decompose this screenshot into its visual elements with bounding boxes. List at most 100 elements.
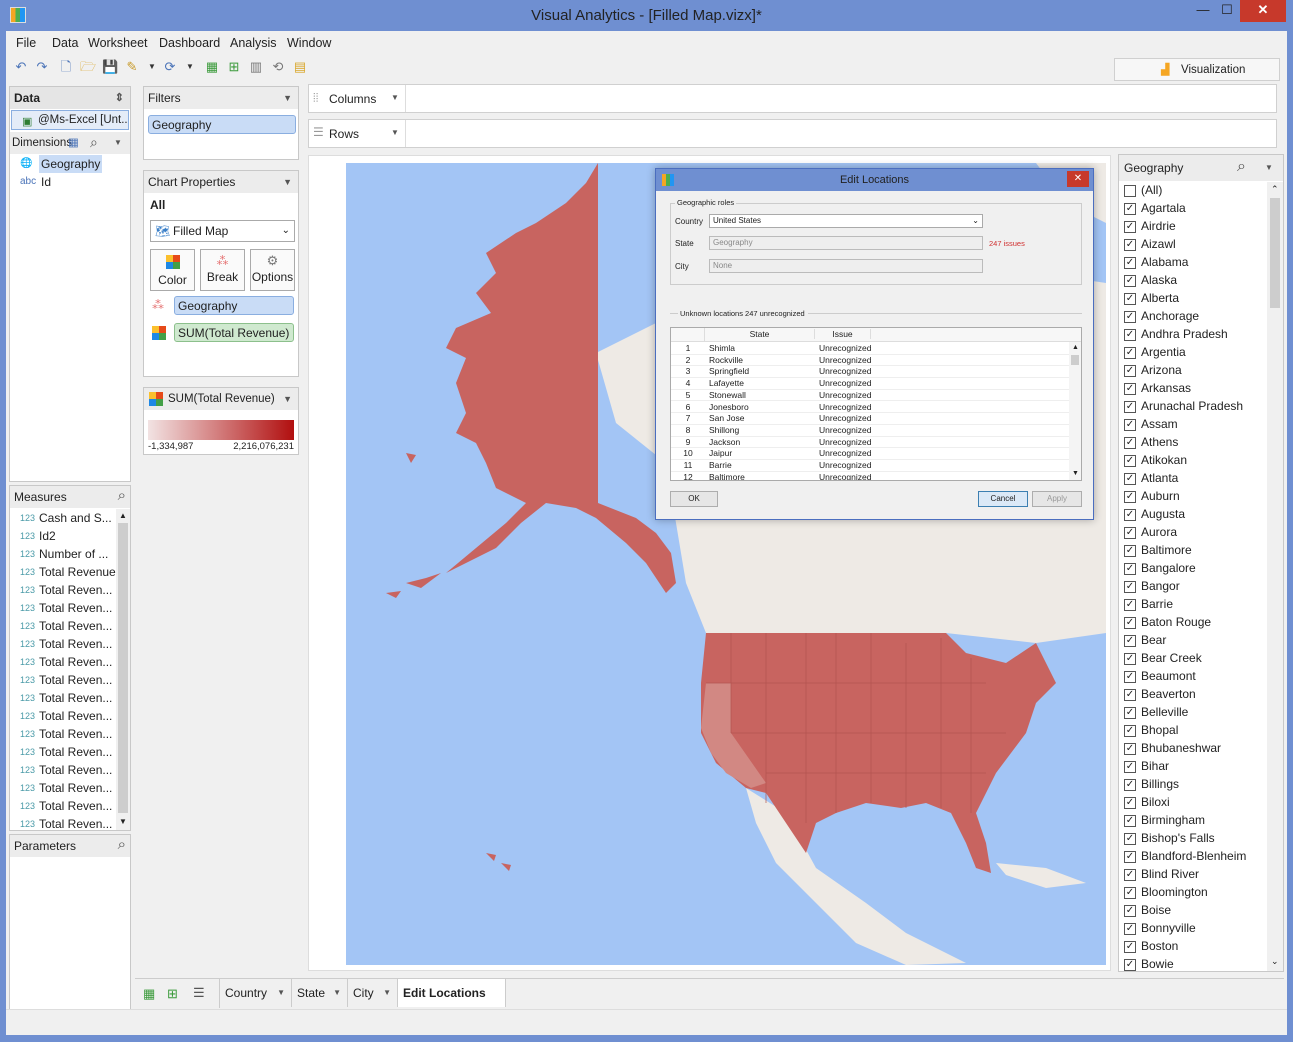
geography-checkbox-item[interactable]: ✓ Arunachal Pradesh <box>1119 398 1259 416</box>
menu-window[interactable]: Window <box>287 36 331 50</box>
add-sheet-icon[interactable]: ⊞ <box>226 59 242 75</box>
menu-file[interactable]: File <box>16 36 36 50</box>
table-row[interactable]: 4 Lafayette Unrecognized <box>671 378 1069 390</box>
scroll-down-icon[interactable]: ⌄ <box>1271 956 1279 967</box>
checked-checkbox-icon[interactable]: ✓ <box>1124 959 1136 971</box>
measure-item[interactable]: 123 Total Reven... <box>10 797 116 815</box>
search-icon[interactable]: ⌕ <box>90 131 98 153</box>
search-icon[interactable]: ⌕ <box>1237 154 1246 180</box>
color-button[interactable]: Color <box>150 249 195 291</box>
table-icon[interactable]: ▦ <box>68 132 79 154</box>
geography-checkbox-item[interactable]: ✓ Arkansas <box>1119 380 1259 398</box>
geography-checkbox-item[interactable]: ✓ Bishop's Falls <box>1119 830 1259 848</box>
geography-checkbox-item[interactable]: ✓ Alaska <box>1119 272 1259 290</box>
open-folder-icon[interactable]: 🗁 <box>80 59 96 75</box>
scroll-thumb[interactable] <box>1270 198 1280 308</box>
color-field-pill[interactable]: SUM(Total Revenue) <box>174 323 294 342</box>
checked-checkbox-icon[interactable]: ✓ <box>1124 851 1136 863</box>
geography-checkbox-item[interactable]: ✓ Baltimore <box>1119 542 1259 560</box>
dropdown-arrow-icon[interactable]: ▼ <box>182 59 198 75</box>
measure-item[interactable]: 123 Total Reven... <box>10 617 116 635</box>
issue-column-header[interactable]: Issue <box>815 329 871 339</box>
measure-item[interactable]: 123 Number of ... <box>10 545 116 563</box>
measure-item[interactable]: 123 Total Reven... <box>10 671 116 689</box>
geography-checkbox-item[interactable]: ✓ Bonnyville <box>1119 920 1259 938</box>
checked-checkbox-icon[interactable]: ✓ <box>1124 365 1136 377</box>
geography-checkbox-item[interactable]: ✓ Blind River <box>1119 866 1259 884</box>
dropdown-arrow-icon[interactable]: ▼ <box>283 388 292 410</box>
options-button[interactable]: ⚙ Options <box>250 249 295 291</box>
geography-checkbox-item[interactable]: ✓ Beaverton <box>1119 686 1259 704</box>
geography-checkbox-item[interactable]: ✓ Biloxi <box>1119 794 1259 812</box>
geography-checkbox-item[interactable]: ✓ Anchorage <box>1119 308 1259 326</box>
chart-type-select[interactable]: 🗺 Filled Map ⌄ <box>150 220 295 242</box>
geography-checkbox-item[interactable]: ✓ Barrie <box>1119 596 1259 614</box>
checked-checkbox-icon[interactable]: ✓ <box>1124 275 1136 287</box>
cancel-button[interactable]: Cancel <box>978 491 1028 507</box>
edit-data-icon[interactable]: ✎ <box>124 59 140 75</box>
geography-checkbox-item[interactable]: ✓ Bhopal <box>1119 722 1259 740</box>
checked-checkbox-icon[interactable]: ✓ <box>1124 707 1136 719</box>
checked-checkbox-icon[interactable]: ✓ <box>1124 671 1136 683</box>
checked-checkbox-icon[interactable]: ✓ <box>1124 455 1136 467</box>
undo-icon[interactable]: ↶ <box>13 59 29 75</box>
checked-checkbox-icon[interactable]: ✓ <box>1124 329 1136 341</box>
geography-checkbox-item[interactable]: (All) <box>1119 182 1259 200</box>
dropdown-arrow-icon[interactable]: ▼ <box>114 132 122 154</box>
dropdown-arrow-icon[interactable]: ▼ <box>144 59 160 75</box>
scroll-up-icon[interactable]: ⌃ <box>1271 184 1279 195</box>
checked-checkbox-icon[interactable]: ✓ <box>1124 797 1136 809</box>
table-row[interactable]: 8 Shillong Unrecognized <box>671 425 1069 437</box>
geography-checkbox-item[interactable]: ✓ Belleville <box>1119 704 1259 722</box>
columns-shelf[interactable]: ⦙⦙ Columns ▼ <box>308 84 1277 113</box>
geography-checkbox-item[interactable]: ✓ Alberta <box>1119 290 1259 308</box>
new-sheet-icon[interactable]: ▦ <box>143 986 155 1002</box>
geography-checkbox-item[interactable]: ✓ Airdrie <box>1119 218 1259 236</box>
geography-checkbox-item[interactable]: ✓ Bear Creek <box>1119 650 1259 668</box>
menu-data[interactable]: Data <box>52 36 78 50</box>
menu-worksheet[interactable]: Worksheet <box>88 36 148 50</box>
checked-checkbox-icon[interactable]: ✓ <box>1124 779 1136 791</box>
maximize-button[interactable]: ☐ <box>1214 0 1240 22</box>
geography-checkbox-item[interactable]: ✓ Bihar <box>1119 758 1259 776</box>
measure-item[interactable]: 123 Total Reven... <box>10 599 116 617</box>
table-row[interactable]: 7 San Jose Unrecognized <box>671 413 1069 425</box>
dropdown-arrow-icon[interactable]: ▼ <box>283 87 292 109</box>
sheet-tab-city[interactable]: City ▼ <box>348 979 398 1007</box>
checked-checkbox-icon[interactable]: ✓ <box>1124 887 1136 899</box>
geography-checkbox-item[interactable]: ✓ Beaumont <box>1119 668 1259 686</box>
checked-checkbox-icon[interactable]: ✓ <box>1124 617 1136 629</box>
dimension-item[interactable]: abc Id <box>10 173 128 191</box>
checked-checkbox-icon[interactable]: ✓ <box>1124 923 1136 935</box>
table-row[interactable]: 6 Jonesboro Unrecognized <box>671 402 1069 414</box>
geography-checkbox-item[interactable]: ✓ Blandford-Blenheim <box>1119 848 1259 866</box>
measure-item[interactable]: 123 Total Reven... <box>10 779 116 797</box>
geography-scrollbar[interactable]: ⌃ ⌄ <box>1267 182 1283 971</box>
checked-checkbox-icon[interactable]: ✓ <box>1124 221 1136 233</box>
geography-checkbox-item[interactable]: ✓ Birmingham <box>1119 812 1259 830</box>
checked-checkbox-icon[interactable]: ✓ <box>1124 239 1136 251</box>
sheet-tab-edit-locations[interactable]: Edit Locations <box>398 979 506 1007</box>
minimize-button[interactable]: — <box>1190 0 1216 22</box>
geography-checkbox-item[interactable]: ✓ Augusta <box>1119 506 1259 524</box>
geography-checkbox-item[interactable]: ✓ Aizawl <box>1119 236 1259 254</box>
data-source[interactable]: ▣ @Ms-Excel [Unt... <box>11 110 129 130</box>
dropdown-arrow-icon[interactable]: ▼ <box>391 128 399 137</box>
table-row[interactable]: 1 Shimla Unrecognized <box>671 343 1069 355</box>
checked-checkbox-icon[interactable]: ✓ <box>1124 545 1136 557</box>
checked-checkbox-icon[interactable]: ✓ <box>1124 419 1136 431</box>
checked-checkbox-icon[interactable]: ✓ <box>1124 527 1136 539</box>
bar-chart-icon[interactable]: ▥ <box>248 59 264 75</box>
geography-checkbox-item[interactable]: ✓ Bowie <box>1119 956 1259 972</box>
checked-checkbox-icon[interactable]: ✓ <box>1124 761 1136 773</box>
checked-checkbox-icon[interactable]: ✓ <box>1124 599 1136 611</box>
refresh-chart-icon[interactable]: ⟲ <box>270 59 286 75</box>
table-scrollbar[interactable]: ▲ ▼ <box>1069 342 1081 480</box>
scroll-up-icon[interactable]: ▲ <box>119 511 127 520</box>
checked-checkbox-icon[interactable]: ✓ <box>1124 869 1136 881</box>
table-row[interactable]: 9 Jackson Unrecognized <box>671 437 1069 449</box>
add-chart-icon[interactable]: ▦ <box>204 59 220 75</box>
measure-item[interactable]: 123 Total Reven... <box>10 743 116 761</box>
checked-checkbox-icon[interactable]: ✓ <box>1124 203 1136 215</box>
geography-checkbox-item[interactable]: ✓ Athens <box>1119 434 1259 452</box>
